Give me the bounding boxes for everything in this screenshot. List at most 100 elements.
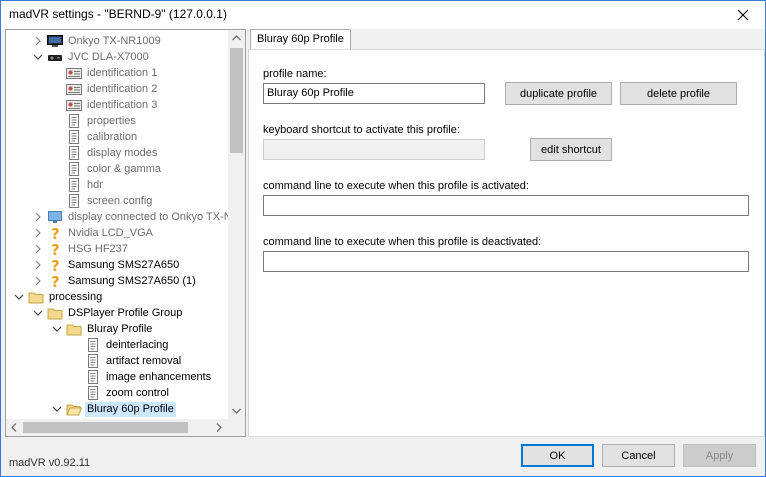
tab-bluray-60p-profile[interactable]: Bluray 60p Profile xyxy=(250,29,351,50)
settings-tree[interactable]: Onkyo TX-NR1009 JVC DLA-X7000 identificati… xyxy=(5,29,246,437)
tree-item[interactable]: zoom control xyxy=(71,385,171,401)
tree-item-label: HSG HF237 xyxy=(68,242,128,255)
page-icon xyxy=(66,114,82,128)
expanded-arrow-icon[interactable] xyxy=(14,292,24,302)
tree-item[interactable]: JVC DLA-X7000 xyxy=(33,49,151,65)
page-icon xyxy=(85,386,101,400)
tree-item-label: zoom control xyxy=(106,386,169,399)
tree-horizontal-scrollbar[interactable] xyxy=(6,419,228,436)
deactivate-command-label: command line to execute when this profil… xyxy=(263,236,542,248)
tree-item[interactable]: display connected to Onkyo TX-N xyxy=(33,209,234,225)
question-icon: ? xyxy=(47,241,63,259)
id-card-icon xyxy=(66,98,82,112)
page-icon xyxy=(66,178,82,192)
close-button[interactable] xyxy=(721,1,765,29)
tree-item[interactable]: identification 2 xyxy=(52,81,159,97)
svg-text:?: ? xyxy=(51,242,60,256)
tree-item[interactable]: color & gamma xyxy=(52,161,163,177)
scroll-down-icon[interactable] xyxy=(232,408,241,414)
deactivate-command-field[interactable] xyxy=(263,251,749,272)
page-icon xyxy=(66,194,82,208)
expanded-arrow-icon[interactable] xyxy=(52,404,62,414)
collapsed-arrow-icon[interactable] xyxy=(33,228,43,238)
tree-item[interactable]: deinterlacing xyxy=(71,337,170,353)
tree-item-label: identification 3 xyxy=(87,98,158,111)
tree-item[interactable]: identification 1 xyxy=(52,65,159,81)
tree-item-label: display modes xyxy=(87,146,158,159)
close-icon xyxy=(737,9,749,21)
tree-item-label: identification 2 xyxy=(87,82,158,95)
scroll-left-icon[interactable] xyxy=(11,423,17,432)
bottom-bar: madVR v0.92.11 OK Cancel Apply xyxy=(1,437,765,476)
apply-button[interactable]: Apply xyxy=(683,444,756,467)
window-title: madVR settings - "BERND-9" (127.0.0.1) xyxy=(9,7,227,21)
tree-item[interactable]: Onkyo TX-NR1009 xyxy=(33,33,163,49)
tv-icon xyxy=(47,34,63,48)
duplicate-profile-button[interactable]: duplicate profile xyxy=(505,82,612,105)
activate-command-field[interactable] xyxy=(263,195,749,216)
svg-text:?: ? xyxy=(51,274,60,288)
vertical-scroll-thumb[interactable] xyxy=(230,48,243,153)
tree-item[interactable]: screen config xyxy=(52,193,154,209)
cancel-button[interactable]: Cancel xyxy=(602,444,675,467)
folder-open-icon xyxy=(66,402,83,416)
tree-item-label: hdr xyxy=(87,178,103,191)
horizontal-scroll-thumb[interactable] xyxy=(23,422,188,433)
collapsed-arrow-icon[interactable] xyxy=(33,212,43,222)
expanded-arrow-icon[interactable] xyxy=(33,308,43,318)
tree-item[interactable]: hdr xyxy=(52,177,105,193)
tree-item-label: properties xyxy=(87,114,136,127)
tree-item-label: JVC DLA-X7000 xyxy=(68,50,149,63)
tree-item[interactable]: ? HSG HF237 xyxy=(33,241,130,259)
tree-item[interactable]: identification 3 xyxy=(52,97,159,113)
collapsed-arrow-icon[interactable] xyxy=(33,244,43,254)
scroll-corner xyxy=(228,419,245,436)
tree-item[interactable]: processing xyxy=(14,289,104,305)
tree-item[interactable]: Bluray 60p Profile xyxy=(52,401,176,417)
question-icon: ? xyxy=(47,225,63,243)
scroll-right-icon[interactable] xyxy=(216,423,222,432)
page-icon xyxy=(85,354,101,368)
edit-shortcut-button[interactable]: edit shortcut xyxy=(530,138,612,161)
tree-vertical-scrollbar[interactable] xyxy=(228,30,245,420)
tree-item[interactable]: Bluray Profile xyxy=(52,321,154,337)
version-label: madVR v0.92.11 xyxy=(9,457,91,469)
tree-item[interactable]: DSPlayer Profile Group xyxy=(33,305,184,321)
tree-item[interactable]: artifact removal xyxy=(71,353,183,369)
folder-icon xyxy=(28,290,44,304)
tree-item[interactable]: display modes xyxy=(52,145,159,161)
page-icon xyxy=(66,162,82,176)
ok-button[interactable]: OK xyxy=(521,444,594,467)
expanded-arrow-icon[interactable] xyxy=(52,324,62,334)
tree-item[interactable]: properties xyxy=(52,113,138,129)
tree-item-label: Samsung SMS27A650 xyxy=(68,258,180,271)
tree-item-label: color & gamma xyxy=(87,162,161,175)
page-icon xyxy=(85,370,101,384)
tree-item[interactable]: ? Samsung SMS27A650 (1) xyxy=(33,273,198,291)
svg-text:?: ? xyxy=(51,258,60,272)
profile-name-field[interactable]: Bluray 60p Profile xyxy=(263,83,485,104)
tree-item[interactable]: ? Nvidia LCD_VGA xyxy=(33,225,155,243)
scroll-up-icon[interactable] xyxy=(232,35,241,41)
tree-item-label: processing xyxy=(49,290,103,303)
profile-panel: Bluray 60p Profile profile name: Bluray … xyxy=(248,29,765,437)
tree-item[interactable]: ? Samsung SMS27A650 xyxy=(33,257,181,275)
activate-command-label: command line to execute when this profil… xyxy=(263,180,529,192)
collapsed-arrow-icon[interactable] xyxy=(33,276,43,286)
collapsed-arrow-icon[interactable] xyxy=(33,260,43,270)
projector-icon xyxy=(47,50,63,64)
profile-name-label: profile name: xyxy=(263,68,327,80)
delete-profile-button[interactable]: delete profile xyxy=(620,82,737,105)
collapsed-arrow-icon[interactable] xyxy=(33,36,43,46)
expanded-arrow-icon[interactable] xyxy=(33,52,43,62)
tree-item[interactable]: image enhancements xyxy=(71,369,213,385)
tree-item[interactable]: calibration xyxy=(52,129,139,145)
